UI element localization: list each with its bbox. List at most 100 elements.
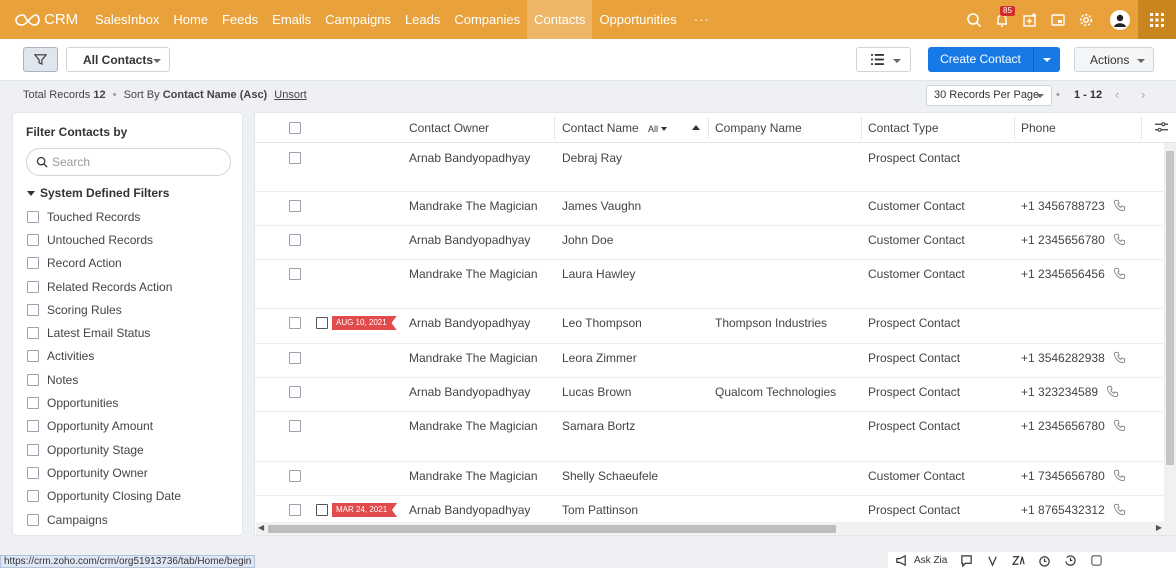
filter-checkbox[interactable] bbox=[27, 280, 39, 293]
column-header-company-name[interactable]: Company Name bbox=[715, 113, 802, 143]
sort-ascending-icon[interactable] bbox=[692, 125, 700, 130]
filter-item[interactable]: Record Action bbox=[27, 252, 181, 275]
crm-logo[interactable]: CRM bbox=[0, 11, 88, 28]
history-icon[interactable] bbox=[1057, 554, 1083, 567]
nav-tab-campaigns[interactable]: Campaigns bbox=[318, 0, 398, 39]
task-check-icon[interactable] bbox=[316, 504, 328, 516]
user-avatar[interactable] bbox=[1110, 9, 1130, 30]
view-selector-dropdown[interactable]: All Contacts bbox=[66, 47, 170, 72]
notifications-bell-icon[interactable]: 85 bbox=[988, 0, 1016, 39]
table-row[interactable]: Mandrake The Magician Samara Bortz Prospec… bbox=[255, 412, 1165, 462]
phone-number[interactable]: +1 2345656456 bbox=[1021, 267, 1105, 281]
filter-item[interactable]: Activities bbox=[27, 345, 181, 368]
filter-checkbox[interactable] bbox=[27, 350, 39, 363]
row-checkbox[interactable] bbox=[289, 152, 301, 164]
column-header-contact-name[interactable]: Contact Name bbox=[562, 113, 639, 143]
settings-gear-icon[interactable] bbox=[1072, 0, 1100, 39]
row-checkbox[interactable] bbox=[289, 200, 301, 212]
row-checkbox[interactable] bbox=[289, 504, 301, 516]
search-icon[interactable] bbox=[960, 0, 988, 39]
chat-icon[interactable] bbox=[953, 554, 979, 567]
zia-icon[interactable] bbox=[1005, 554, 1031, 567]
nav-tab-salesinbox[interactable]: SalesInbox bbox=[88, 0, 166, 39]
filter-checkbox[interactable] bbox=[27, 443, 39, 456]
previous-page-chevron-icon[interactable]: ‹ bbox=[1115, 87, 1119, 102]
screen-share-icon[interactable] bbox=[1044, 0, 1072, 39]
unsort-link[interactable]: Unsort bbox=[274, 89, 306, 101]
nav-tab-home[interactable]: Home bbox=[166, 0, 215, 39]
contact-name-link[interactable]: James Vaughn bbox=[562, 199, 641, 213]
contact-name-link[interactable]: Leo Thompson bbox=[562, 316, 642, 330]
phone-call-icon[interactable] bbox=[1113, 503, 1126, 519]
filter-checkbox[interactable] bbox=[27, 210, 39, 223]
ask-zia-button[interactable]: Ask Zia bbox=[914, 555, 947, 566]
feedback-icon[interactable] bbox=[1083, 554, 1109, 567]
apps-grid-icon[interactable] bbox=[1138, 0, 1176, 39]
table-row[interactable]: Mandrake The Magician James Vaughn Custome… bbox=[255, 192, 1165, 226]
filter-item[interactable]: Campaigns bbox=[27, 508, 181, 531]
table-row[interactable]: Mandrake The Magician Leora Zimmer Prospec… bbox=[255, 344, 1165, 378]
row-checkbox[interactable] bbox=[289, 234, 301, 246]
nav-tab-leads[interactable]: Leads bbox=[398, 0, 447, 39]
nav-tab-opportunities[interactable]: Opportunities bbox=[592, 0, 683, 39]
filter-item[interactable]: Opportunity Closing Date bbox=[27, 485, 181, 508]
scroll-right-arrow-icon[interactable]: ▶ bbox=[1156, 523, 1162, 532]
contact-name-link[interactable]: Lucas Brown bbox=[562, 385, 631, 399]
row-checkbox[interactable] bbox=[289, 420, 301, 432]
column-header-phone[interactable]: Phone bbox=[1021, 113, 1056, 143]
filter-search-input[interactable] bbox=[52, 155, 222, 169]
phone-number[interactable]: +1 8765432312 bbox=[1021, 503, 1105, 517]
phone-number[interactable]: +1 323234589 bbox=[1021, 385, 1098, 399]
contact-name-link[interactable]: Samara Bortz bbox=[562, 419, 635, 433]
filter-item[interactable]: Opportunity Stage bbox=[27, 438, 181, 461]
nav-tab-contacts[interactable]: Contacts bbox=[527, 0, 593, 39]
phone-call-icon[interactable] bbox=[1113, 351, 1126, 367]
filter-item[interactable]: Opportunity Owner bbox=[27, 461, 181, 484]
row-checkbox[interactable] bbox=[289, 470, 301, 482]
phone-number[interactable]: +1 7345656780 bbox=[1021, 469, 1105, 483]
row-checkbox[interactable] bbox=[289, 317, 301, 329]
signals-icon[interactable] bbox=[979, 554, 1005, 567]
nav-tab-companies[interactable]: Companies bbox=[447, 0, 527, 39]
table-row[interactable]: AUG 10, 2021 Arnab Bandyopadhyay Leo Thomp… bbox=[255, 309, 1165, 344]
table-row[interactable]: Mandrake The Magician Laura Hawley Custome… bbox=[255, 260, 1165, 309]
task-check-icon[interactable] bbox=[316, 317, 328, 329]
calendar-add-icon[interactable] bbox=[1016, 0, 1044, 39]
contact-name-link[interactable]: Shelly Schaeufele bbox=[562, 469, 658, 483]
column-header-contact-owner[interactable]: Contact Owner bbox=[409, 113, 489, 143]
alarm-clock-icon[interactable] bbox=[1031, 554, 1057, 567]
filter-checkbox[interactable] bbox=[27, 513, 39, 526]
system-filters-section-toggle[interactable]: System Defined Filters bbox=[27, 186, 169, 200]
column-header-contact-type[interactable]: Contact Type bbox=[868, 113, 939, 143]
phone-call-icon[interactable] bbox=[1106, 385, 1119, 401]
horizontal-scrollbar[interactable]: ◀ ▶ bbox=[256, 522, 1164, 535]
filter-checkbox[interactable] bbox=[27, 397, 39, 410]
phone-number[interactable]: +1 3546282938 bbox=[1021, 351, 1105, 365]
row-checkbox[interactable] bbox=[289, 268, 301, 280]
phone-call-icon[interactable] bbox=[1113, 233, 1126, 249]
filter-checkbox[interactable] bbox=[27, 233, 39, 246]
announcement-megaphone-icon[interactable] bbox=[888, 554, 914, 567]
actions-dropdown-button[interactable]: Actions bbox=[1074, 47, 1154, 72]
filter-checkbox[interactable] bbox=[27, 373, 39, 386]
phone-call-icon[interactable] bbox=[1113, 419, 1126, 435]
filter-checkbox[interactable] bbox=[27, 327, 39, 340]
contact-name-link[interactable]: Laura Hawley bbox=[562, 267, 635, 281]
filter-item[interactable]: Notes bbox=[27, 368, 181, 391]
select-all-checkbox[interactable] bbox=[289, 122, 301, 134]
contact-name-link[interactable]: John Doe bbox=[562, 233, 613, 247]
contact-name-filter-dropdown[interactable]: All bbox=[648, 124, 668, 134]
filter-checkbox[interactable] bbox=[27, 257, 39, 270]
table-row[interactable]: Arnab Bandyopadhyay Debraj Ray Prospect Co… bbox=[255, 144, 1165, 192]
phone-number[interactable]: +1 2345656780 bbox=[1021, 233, 1105, 247]
filter-item[interactable]: Latest Email Status bbox=[27, 321, 181, 344]
phone-number[interactable]: +1 2345656780 bbox=[1021, 419, 1105, 433]
vertical-scrollbar-thumb[interactable] bbox=[1166, 151, 1174, 465]
scroll-left-arrow-icon[interactable]: ◀ bbox=[258, 523, 264, 532]
records-per-page-dropdown[interactable]: 30 Records Per Page bbox=[926, 85, 1052, 106]
contact-name-link[interactable]: Debraj Ray bbox=[562, 151, 622, 165]
create-contact-dropdown-button[interactable] bbox=[1033, 47, 1060, 72]
filter-item[interactable]: Scoring Rules bbox=[27, 298, 181, 321]
more-modules-button[interactable]: ··· bbox=[684, 0, 720, 39]
filter-checkbox[interactable] bbox=[27, 420, 39, 433]
